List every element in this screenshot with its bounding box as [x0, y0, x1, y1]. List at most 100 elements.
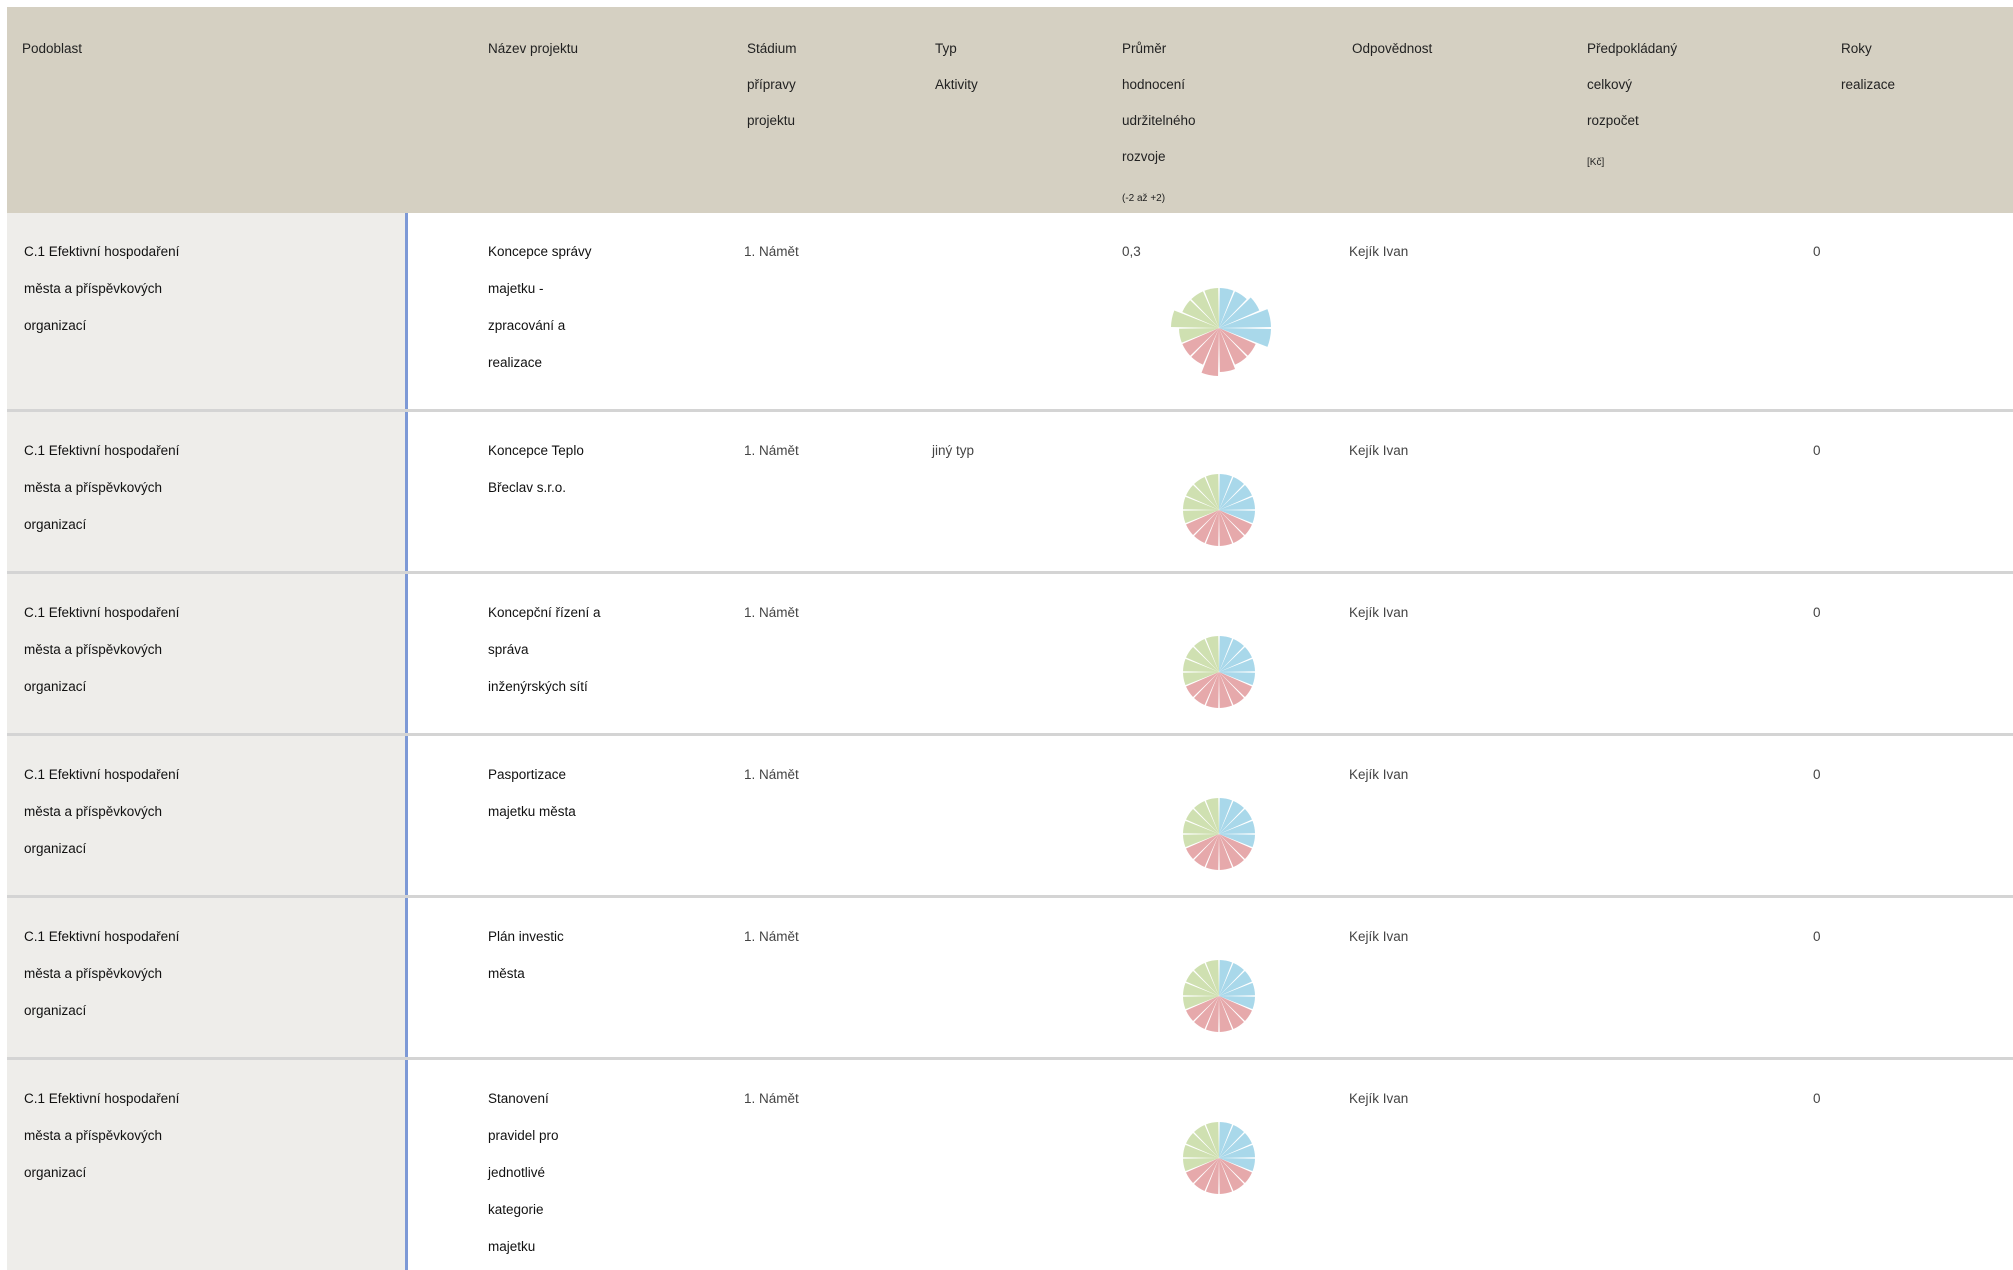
responsible-value: Kejík Ivan: [1349, 767, 1409, 782]
stage-value: 1. Námět: [744, 929, 799, 944]
project-name-line: majetku města: [488, 804, 576, 819]
podoblast-text-line: C.1 Efektivní hospodaření: [24, 244, 180, 259]
stage-value: 1. Námět: [744, 605, 799, 620]
project-name: Stanovení pravidel pro jednotlivé kategorie…: [488, 1080, 559, 1265]
sustainability-rose-chart: [1183, 1122, 1255, 1194]
project-name-line: Pasportizace: [488, 767, 567, 782]
sustainability-rose-chart: [1183, 798, 1255, 870]
header-roky[interactable]: Roky realizace: [1841, 7, 1895, 103]
podoblast-text: C.1 Efektivní hospodaření města a příspěv…: [24, 756, 179, 867]
header-prumer-line: hodnocení: [1122, 77, 1186, 92]
header-prumer-note: (-2 až +2): [1122, 193, 1166, 204]
sustainability-rose-chart: [1183, 474, 1255, 546]
header-nazev[interactable]: Název projektu: [488, 7, 578, 67]
header-prumer[interactable]: Průměr hodnocení udržitelného rozvoje (-2 až…: [1122, 7, 1196, 217]
row-divider-bar: [405, 1060, 408, 1270]
project-name-line: správa: [488, 642, 529, 657]
header-podoblast[interactable]: Podoblast: [22, 7, 82, 67]
project-name: Koncepce správy majetku - zpracování a real…: [488, 233, 592, 381]
header-typ[interactable]: Typ Aktivity: [935, 7, 978, 103]
podoblast-text-line: C.1 Efektivní hospodaření: [24, 605, 180, 620]
podoblast-text: C.1 Efektivní hospodaření města a příspěv…: [24, 432, 179, 543]
project-name-line: města: [488, 966, 525, 981]
row-divider-bar: [405, 898, 408, 1057]
responsible-value: Kejík Ivan: [1349, 929, 1409, 944]
header-rozpocet-note: [Kč]: [1587, 157, 1605, 168]
podoblast-text-line: města a příspěvkových: [24, 480, 163, 495]
podoblast-text-line: organizací: [24, 1003, 87, 1018]
header-rozpocet[interactable]: Předpokládaný celkový rozpočet [Kč]: [1587, 7, 1677, 181]
project-name-line: majetku: [488, 1239, 536, 1254]
project-name: Plán investic města: [488, 918, 564, 992]
header-roky-line: realizace: [1841, 77, 1896, 92]
podoblast-text-line: C.1 Efektivní hospodaření: [24, 443, 180, 458]
podoblast-text: C.1 Efektivní hospodaření města a příspěv…: [24, 233, 179, 344]
podoblast-text: C.1 Efektivní hospodaření města a příspěv…: [24, 594, 179, 705]
podoblast-text-line: organizací: [24, 1165, 87, 1180]
sustainability-rose-chart: [1171, 288, 1271, 376]
project-name: Koncepční řízení a správa inženýrských sít…: [488, 594, 601, 705]
responsible-value: Kejík Ivan: [1349, 443, 1409, 458]
header-stadium[interactable]: Stádium přípravy projektu: [747, 7, 797, 139]
podoblast-text-line: města a příspěvkových: [24, 1128, 163, 1143]
responsible-value: Kejík Ivan: [1349, 605, 1409, 620]
header-prumer-line: rozvoje: [1122, 149, 1166, 164]
project-name-line: inženýrských sítí: [488, 679, 588, 694]
header-podoblast-line: Podoblast: [22, 41, 83, 56]
years-value: 0: [1813, 605, 1821, 620]
stage-value: 1. Námět: [744, 1091, 799, 1106]
header-nazev-line: Název projektu: [488, 41, 579, 56]
podoblast-text-line: organizací: [24, 517, 87, 532]
header-stadium-line: projektu: [747, 113, 796, 128]
project-name-line: jednotlivé: [488, 1165, 546, 1180]
project-name-line: Stanovení: [488, 1091, 549, 1106]
table-row: C.1 Efektivní hospodaření města a příspěv…: [7, 213, 2013, 409]
header-stadium-line: přípravy: [747, 77, 796, 92]
project-name-line: Břeclav s.r.o.: [488, 480, 567, 495]
podoblast-text-line: C.1 Efektivní hospodaření: [24, 929, 180, 944]
podoblast-text-line: města a příspěvkových: [24, 804, 163, 819]
header-stadium-line: Stádium: [747, 41, 797, 56]
header-prumer-line: udržitelného: [1122, 113, 1196, 128]
stage-value: 1. Námět: [744, 443, 799, 458]
project-name-line: pravidel pro: [488, 1128, 559, 1143]
podoblast-text-line: organizací: [24, 841, 87, 856]
header-typ-line: Typ: [935, 41, 957, 56]
header-typ-line: Aktivity: [935, 77, 978, 92]
podoblast-text-line: organizací: [24, 679, 87, 694]
project-name-line: realizace: [488, 355, 543, 370]
header-prumer-line: Průměr: [1122, 41, 1167, 56]
row-divider-bar: [405, 736, 408, 895]
table-row: C.1 Efektivní hospodaření města a příspěv…: [7, 1060, 2013, 1270]
podoblast-text-line: města a příspěvkových: [24, 642, 163, 657]
sustainability-rose-chart: [1183, 960, 1255, 1032]
responsible-value: Kejík Ivan: [1349, 244, 1409, 259]
table-row: C.1 Efektivní hospodaření města a příspěv…: [7, 736, 2013, 895]
project-name: Koncepce Teplo Břeclav s.r.o.: [488, 432, 584, 506]
header-roky-line: Roky: [1841, 41, 1872, 56]
years-value: 0: [1813, 443, 1821, 458]
project-name: Pasportizace majetku města: [488, 756, 576, 830]
header-odpovednost[interactable]: Odpovědnost: [1352, 7, 1432, 67]
years-value: 0: [1813, 244, 1821, 259]
table-header: Podoblast Název projektu Stádium přípravy pr…: [7, 7, 2013, 213]
years-value: 0: [1813, 767, 1821, 782]
project-name-line: Koncepční řízení a: [488, 605, 601, 620]
row-divider-bar: [405, 412, 408, 571]
header-rozpocet-line: celkový: [1587, 77, 1633, 92]
project-name-line: majetku -: [488, 281, 544, 296]
podoblast-text: C.1 Efektivní hospodaření města a příspěv…: [24, 1080, 179, 1191]
project-name-line: Koncepce správy: [488, 244, 592, 259]
table-row: C.1 Efektivní hospodaření města a příspěv…: [7, 898, 2013, 1057]
activity-type-value: jiný typ: [932, 443, 975, 458]
podoblast-text-line: C.1 Efektivní hospodaření: [24, 1091, 180, 1106]
responsible-value: Kejík Ivan: [1349, 1091, 1409, 1106]
stage-value: 1. Námět: [744, 767, 799, 782]
project-name-line: kategorie: [488, 1202, 544, 1217]
header-rozpocet-line: rozpočet: [1587, 113, 1639, 128]
podoblast-text: C.1 Efektivní hospodaření města a příspěv…: [24, 918, 179, 1029]
header-rozpocet-line: Předpokládaný: [1587, 41, 1678, 56]
sustainability-rose-chart: [1183, 636, 1255, 708]
project-name-line: zpracování a: [488, 318, 566, 333]
project-name-line: Plán investic: [488, 929, 564, 944]
